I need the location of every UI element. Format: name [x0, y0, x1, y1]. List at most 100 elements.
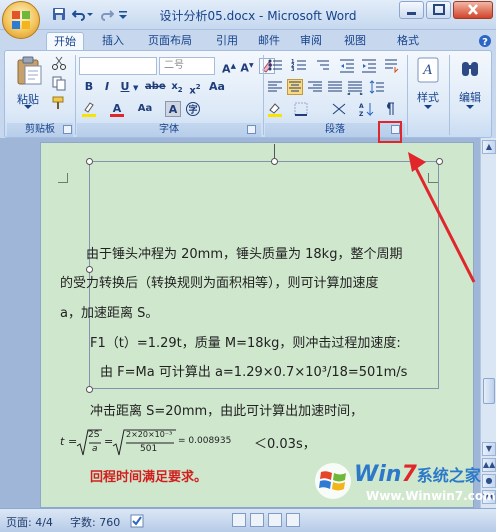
styles-icon: A	[417, 57, 439, 83]
windows-flag-logo	[315, 463, 351, 499]
page-count[interactable]: 页面: 4/4	[6, 514, 53, 530]
help-icon[interactable]: ?	[478, 34, 492, 48]
align-center-icon[interactable]	[287, 79, 303, 95]
distributed-icon[interactable]	[346, 79, 364, 96]
bold-icon[interactable]: B	[81, 79, 97, 95]
scroll-down-button[interactable]: ▼	[482, 442, 496, 456]
font-size-value: 二号	[164, 60, 184, 71]
resize-handle[interactable]	[86, 158, 93, 165]
select-browse-object-button[interactable]: ●	[482, 474, 496, 488]
subscript-icon[interactable]: x2	[169, 79, 185, 95]
office-button[interactable]	[2, 1, 40, 39]
paste-dropdown-icon[interactable]	[24, 105, 32, 110]
copy-icon[interactable]	[51, 75, 67, 91]
superscript-icon[interactable]: x2	[187, 79, 203, 96]
grow-font-icon[interactable]: A▲	[221, 58, 237, 76]
save-icon[interactable]	[52, 7, 66, 21]
font-color-icon[interactable]: A	[109, 101, 125, 117]
word-count[interactable]: 字数: 760	[70, 514, 120, 530]
show-marks-icon[interactable]	[381, 101, 397, 117]
formula-frac1-den: a	[92, 444, 98, 454]
tab-page-layout[interactable]: 页面布局	[138, 32, 202, 50]
proofing-icon[interactable]	[130, 514, 144, 528]
watermark-url: Www.Winwin7.com	[366, 489, 496, 503]
print-layout-view-icon[interactable]	[232, 513, 246, 527]
cut-icon[interactable]	[51, 55, 67, 71]
font-launcher-icon[interactable]	[247, 125, 256, 134]
formula-lhs: t	[60, 435, 65, 448]
increase-indent-icon[interactable]	[361, 57, 377, 73]
previous-page-button[interactable]: ▲▲	[482, 458, 496, 472]
highlight-icon[interactable]	[81, 101, 97, 117]
close-button[interactable]	[453, 1, 493, 19]
formula-frac2-num: 2×20×10⁻³	[126, 430, 173, 439]
chinese-layout-icon[interactable]	[383, 57, 399, 74]
justify-icon[interactable]	[327, 79, 343, 95]
tab-format[interactable]: 格式	[390, 32, 426, 50]
tab-review[interactable]: 审阅	[294, 32, 328, 50]
resize-handle[interactable]	[86, 386, 93, 393]
title-bar: 设计分析05.docx - Microsoft Word	[0, 0, 496, 30]
multilevel-list-icon[interactable]	[315, 57, 331, 73]
redo-icon[interactable]	[100, 7, 115, 21]
line-spacing-icon[interactable]	[369, 79, 385, 95]
doc-paragraph-line: 由 F=Ma 可计算出 a=1.29×0.7×10³/18=501m/s	[100, 365, 408, 380]
vertical-scrollbar[interactable]: ▲ ▼ ▲▲ ● ▼▼	[480, 138, 496, 508]
tab-mailings[interactable]: 邮件	[252, 32, 286, 50]
tab-home[interactable]: 开始	[46, 32, 84, 50]
svg-text:A: A	[359, 103, 364, 110]
tab-insert[interactable]: 插入	[96, 32, 130, 50]
annotation-highlight-box	[378, 121, 402, 143]
rotate-handle-stem	[274, 144, 275, 158]
minimize-button[interactable]	[399, 1, 424, 19]
underline-icon[interactable]: U	[117, 79, 133, 95]
font-size-combo[interactable]: 二号	[159, 57, 215, 75]
group-separator	[75, 55, 76, 135]
doc-paragraph-line: F1（t）=1.29t，质量 M=18kg，则冲击过程加速度:	[90, 336, 401, 351]
editing-dropdown-icon[interactable]	[466, 105, 474, 110]
char-shading-icon[interactable]: A	[165, 101, 181, 117]
styles-dropdown-icon[interactable]	[424, 105, 432, 110]
asian-typography-icon[interactable]	[331, 101, 347, 117]
undo-icon[interactable]	[71, 7, 86, 21]
font-name-combo[interactable]	[79, 57, 157, 75]
svg-text:A: A	[113, 102, 122, 115]
maximize-button[interactable]	[426, 1, 451, 19]
clipboard-launcher-icon[interactable]	[63, 125, 72, 134]
align-left-icon[interactable]	[267, 79, 283, 95]
doc-paragraph-line: 由于锤头冲程为 20mm，锤头质量为 18kg，整个周期	[86, 247, 403, 262]
scroll-up-button[interactable]: ▲	[482, 140, 496, 154]
strikethrough-icon[interactable]: abe	[145, 79, 166, 95]
change-case-icon[interactable]: Aa	[209, 79, 225, 95]
doc-paragraph-line: 的受力转换后（转换规则为面积相等），则可计算加速度	[60, 276, 379, 291]
numbering-icon[interactable]: 123	[291, 57, 307, 73]
customize-qat-icon[interactable]	[118, 7, 128, 21]
scrollbar-thumb[interactable]	[483, 378, 495, 404]
enclose-char-icon[interactable]: 字	[185, 101, 201, 117]
sort-icon[interactable]: AZ	[359, 101, 375, 118]
decrease-indent-icon[interactable]	[339, 57, 355, 73]
outline-view-icon[interactable]	[286, 513, 300, 527]
shading-icon[interactable]	[267, 101, 283, 117]
italic-icon[interactable]: I	[99, 79, 115, 95]
watermark-brand-7: 7	[401, 462, 417, 487]
tab-view[interactable]: 视图	[338, 32, 372, 50]
window-title: 设计分析05.docx - Microsoft Word	[159, 9, 357, 23]
web-layout-view-icon[interactable]	[268, 513, 282, 527]
undo-dropdown-icon[interactable]	[86, 7, 94, 21]
align-right-icon[interactable]	[307, 79, 323, 95]
editing-button[interactable]: 编辑	[451, 55, 489, 119]
tab-references[interactable]: 引用	[210, 32, 244, 50]
formula-result: = 0.008935	[178, 436, 232, 446]
borders-icon[interactable]	[293, 101, 309, 117]
resize-handle[interactable]	[271, 158, 278, 165]
full-screen-view-icon[interactable]	[250, 513, 264, 527]
font-size-aa-icon[interactable]: Aa	[137, 101, 153, 117]
styles-button[interactable]: A 样式	[411, 55, 445, 119]
paste-button[interactable]: 粘贴	[11, 55, 43, 109]
svg-text:3: 3	[291, 67, 295, 73]
underline-dropdown-icon[interactable]: ▼	[133, 84, 138, 92]
bullets-icon[interactable]	[267, 57, 283, 73]
shrink-font-icon[interactable]: A▼	[239, 58, 255, 75]
format-painter-icon[interactable]	[51, 95, 67, 111]
